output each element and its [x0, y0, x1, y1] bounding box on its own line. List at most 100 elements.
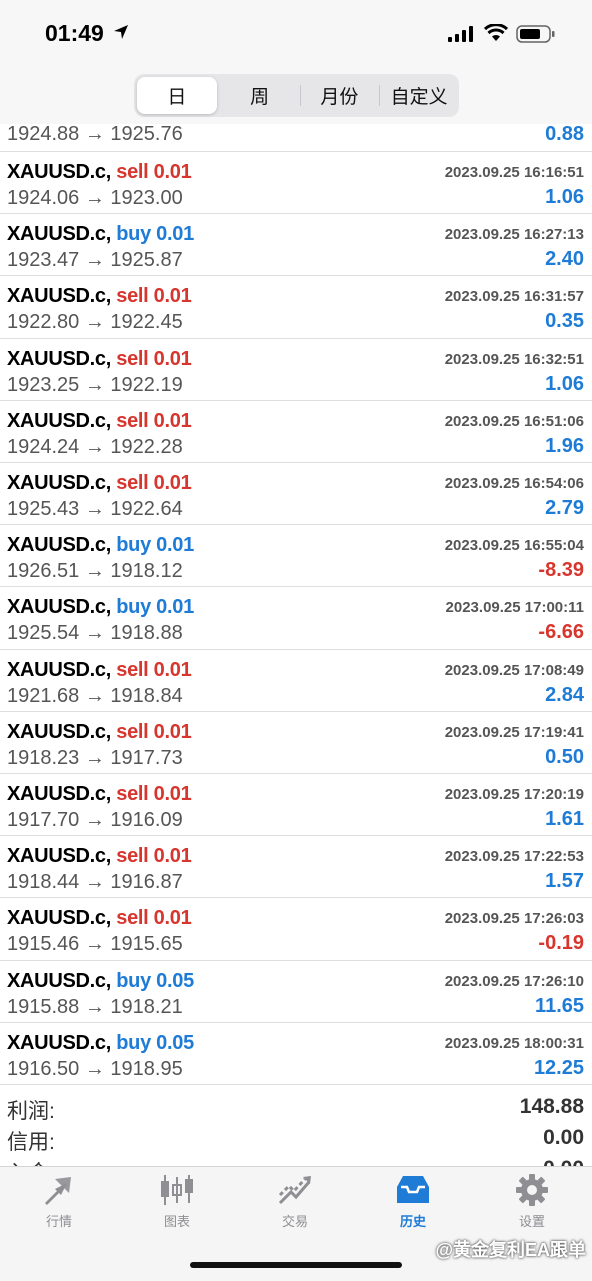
trade-row[interactable]: XAUUSD.c, buy 0.01 2023.09.25 17:00:11 192… — [0, 586, 592, 649]
trade-prices: 1918.44 → 1916.87 — [7, 871, 183, 894]
trade-row[interactable]: XAUUSD.c, sell 0.01 2023.09.25 17:22:53 19… — [0, 835, 592, 898]
trade-row[interactable]: XAUUSD.c, sell 0.01 2023.09.25 16:16:51 19… — [0, 151, 592, 214]
trade-row[interactable]: XAUUSD.c, sell 0.01 2023.09.25 17:08:49 19… — [0, 648, 592, 712]
summary-label: 利润: — [7, 1100, 55, 1123]
trade-time: 2023.09.25 16:32:51 — [444, 350, 584, 368]
tab-history[interactable]: 历史 — [363, 1173, 463, 1235]
trade-row[interactable]: XAUUSD.c, sell 0.01 2023.09.25 16:54:06 19… — [0, 462, 592, 525]
trade-profit: -0.19 — [538, 932, 584, 955]
trade-profit: 1.57 — [545, 870, 584, 893]
trade-time: 2023.09.25 17:08:49 — [444, 661, 584, 679]
trade-row[interactable]: XAUUSD.c, buy 0.05 2023.09.25 18:00:31 191… — [0, 1021, 592, 1085]
chart-icon — [161, 1175, 193, 1205]
trade-symbol-text: XAUUSD.c, — [7, 596, 111, 619]
trade-symbol: XAUUSD.c, sell 0.01 — [7, 347, 192, 371]
trade-time: 2023.09.25 16:16:51 — [444, 164, 584, 181]
trade-profit: 0.88 — [545, 124, 584, 145]
trade-side: sell 0.01 — [116, 907, 192, 930]
trade-row[interactable]: XAUUSD.c, sell 0.01 2023.09.25 16:32:51 19… — [0, 337, 592, 401]
trade-time: 2023.09.25 17:20:19 — [444, 786, 584, 803]
trade-symbol-text: XAUUSD.c, — [7, 1031, 111, 1054]
period-tab-month[interactable]: 月份 — [299, 74, 380, 117]
location-arrow-icon — [114, 25, 128, 39]
summary-profit-row: 利润: 148.88 — [0, 1095, 592, 1125]
summary-credit-row: 信用: 0.00 — [0, 1126, 592, 1156]
trade-prices: 1915.46 → 1915.65 — [7, 933, 183, 956]
watermark-text: @黄金复利EA跟单 — [435, 1240, 586, 1260]
trade-side: sell 0.01 — [116, 783, 192, 805]
tab-chart[interactable]: 图表 — [127, 1173, 227, 1235]
trade-symbol-text: XAUUSD.c, — [7, 409, 111, 432]
tab-trade[interactable]: 交易 — [245, 1173, 345, 1235]
trade-side: sell 0.01 — [116, 285, 192, 308]
trade-side: buy 0.01 — [116, 534, 194, 557]
trade-prices: 1918.23 → 1917.73 — [7, 746, 183, 769]
trade-row[interactable]: XAUUSD.c, sell 0.01 2023.09.25 17:26:03 19… — [0, 897, 592, 960]
period-tab-week[interactable]: 周 — [220, 74, 300, 117]
trade-time: 2023.09.25 17:19:41 — [444, 723, 584, 741]
status-bar: 01:49 — [0, 0, 592, 66]
trade-time: 2023.09.25 16:51:06 — [444, 412, 584, 430]
trade-prices: 1924.06 → 1923.00 — [7, 187, 183, 209]
trade-time: 2023.09.25 16:27:13 — [444, 226, 584, 244]
cellular-signal-icon — [448, 26, 473, 42]
summary-label: 信用: — [7, 1131, 55, 1154]
home-indicator[interactable] — [190, 1262, 402, 1268]
wifi-icon — [484, 24, 508, 41]
trade-symbol: XAUUSD.c, buy 0.01 — [7, 534, 194, 557]
trade-time: 2023.09.25 17:26:03 — [444, 910, 584, 928]
trade-prices: 1923.25 → 1922.19 — [7, 373, 183, 396]
trade-time: 2023.09.25 17:22:53 — [444, 848, 584, 866]
trade-symbol: XAUUSD.c, sell 0.01 — [7, 845, 192, 868]
trade-profit: 1.61 — [545, 808, 584, 830]
trade-symbol: XAUUSD.c, buy 0.01 — [7, 223, 194, 246]
trade-profit: 0.35 — [545, 310, 584, 333]
trade-side: sell 0.01 — [116, 161, 192, 183]
trade-profit: 12.25 — [533, 1056, 584, 1079]
trade-row[interactable]: XAUUSD.c, sell 0.01 2023.09.25 17:20:19 19… — [0, 773, 592, 836]
trade-symbol-text: XAUUSD.c, — [7, 907, 111, 930]
trade-side: buy 0.05 — [116, 1031, 194, 1054]
trade-time: 2023.09.25 17:26:10 — [444, 972, 584, 990]
trade-row[interactable]: XAUUSD.c, sell 0.01 2023.09.25 17:19:41 19… — [0, 710, 592, 774]
trade-symbol: XAUUSD.c, sell 0.01 — [7, 285, 192, 308]
trade-side: sell 0.01 — [116, 658, 192, 681]
summary-value: 148.88 — [519, 1095, 584, 1118]
tab-label: 行情 — [45, 1214, 72, 1229]
trade-time: 2023.09.25 16:54:06 — [444, 475, 584, 492]
trade-time: 2023.09.25 17:00:11 — [445, 599, 584, 617]
tab-quotes[interactable]: 行情 — [9, 1173, 109, 1235]
trade-profit: 2.84 — [545, 683, 584, 706]
trade-side: buy 0.01 — [116, 223, 194, 246]
trade-row[interactable]: XAUUSD.c, sell 0.01 2023.09.25 16:51:06 19… — [0, 399, 592, 463]
period-tab-custom[interactable]: 自定义 — [379, 74, 459, 117]
trade-profit: -8.39 — [538, 559, 584, 582]
trade-symbol: XAUUSD.c, buy 0.01 — [7, 596, 194, 619]
trade-symbol-text: XAUUSD.c, — [7, 783, 111, 805]
trade-row[interactable]: XAUUSD.c, buy 0.01 2023.09.25 16:55:04 192… — [0, 524, 592, 587]
battery-icon — [516, 25, 555, 43]
trade-side: buy 0.05 — [116, 969, 194, 992]
trade-row-partial[interactable]: 1924.88 → 1925.76 0.88 — [0, 124, 592, 151]
trade-history-list[interactable]: 1924.88 → 1925.76 0.88 XAUUSD.c, sell 0.… — [0, 124, 592, 1166]
trade-profit: 2.40 — [545, 248, 584, 271]
trade-profit: 2.79 — [545, 497, 584, 519]
trade-profit: 0.50 — [545, 745, 584, 768]
trade-row[interactable]: XAUUSD.c, sell 0.01 2023.09.25 16:31:57 19… — [0, 275, 592, 338]
trade-symbol-text: XAUUSD.c, — [7, 658, 111, 681]
period-tab-day[interactable]: 日 — [137, 77, 217, 114]
trade-row[interactable]: XAUUSD.c, buy 0.01 2023.09.25 16:27:13 192… — [0, 213, 592, 276]
trade-symbol: XAUUSD.c, buy 0.05 — [7, 970, 194, 993]
trade-prices: 1923.47 → 1925.87 — [7, 249, 183, 272]
tab-label: 历史 — [399, 1214, 426, 1229]
trade-symbol-text: XAUUSD.c, — [7, 347, 111, 370]
trade-symbol: XAUUSD.c, sell 0.01 — [7, 472, 192, 495]
trade-prices: 1916.50 → 1918.95 — [7, 1057, 183, 1080]
trade-row[interactable]: XAUUSD.c, buy 0.05 2023.09.25 17:26:10 191… — [0, 959, 592, 1023]
trade-time: 2023.09.25 18:00:31 — [444, 1034, 584, 1052]
trade-profit: 1.06 — [545, 372, 584, 395]
trade-profit: 11.65 — [535, 994, 584, 1017]
trade-prices: 1917.70 → 1916.09 — [7, 809, 183, 831]
tab-settings[interactable]: 设置 — [482, 1173, 582, 1235]
trade-symbol-text: XAUUSD.c, — [7, 285, 111, 308]
